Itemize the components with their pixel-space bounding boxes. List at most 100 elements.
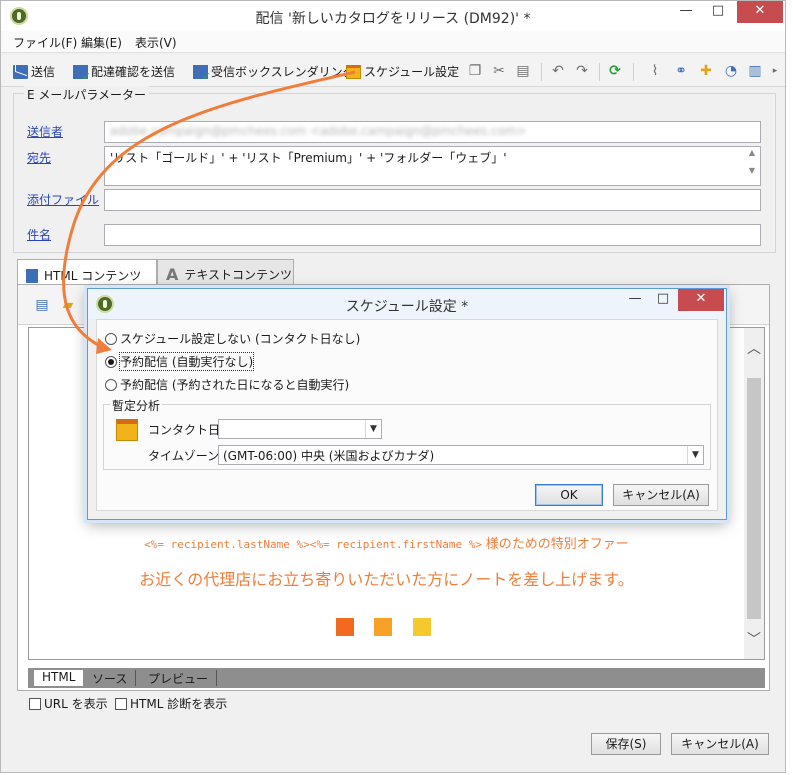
tab-preview[interactable]: プレビュー [140,670,218,686]
email-parameters-title: E メールパラメーター [24,86,150,103]
show-diagnostics-checkbox[interactable]: HTML 診断を表示 [115,695,227,712]
template-suffix: 様のための特別オファー [485,537,629,552]
paste-icon[interactable]: ▤ [515,63,531,79]
show-url-checkbox[interactable]: URL を表示 [29,695,108,712]
send-proof-button[interactable]: 配達確認を送信 [73,63,176,83]
clipboard-icon[interactable]: ▥ [747,63,763,79]
dialog-body: スケジュール設定しない (コンタクト日なし) 予約配信 (自動実行なし) 予約配… [96,319,718,511]
to-value: 'リスト「ゴールド」' + 'リスト「Premium」' + 'フォルダー「ウェ… [110,151,507,165]
scroll-down-icon[interactable]: ﹀ [744,629,764,649]
option-no-schedule[interactable]: スケジュール設定しない (コンタクト日なし) [105,330,360,347]
menu-view[interactable]: 表示(V) [135,34,177,51]
tab-text-content[interactable]: A テキストコンテンツ [157,259,294,285]
provisional-analysis-group: 暫定分析 コンタクト日: ▼ タイムゾーン: (GMT-06:00) 中央 (米… [103,397,711,470]
tab-html-content[interactable]: HTML コンテンツ [17,259,157,287]
title-bar: 配信 '新しいカタログをリリース (DM92)' * — □ ✕ [1,1,785,31]
sender-link[interactable]: 送信者 [27,123,63,140]
send-proof-label: 配達確認を送信 [91,65,176,79]
open-folder-icon[interactable]: ▰ [60,297,76,313]
dialog-cancel-button[interactable]: キャンセル(A) [613,484,709,506]
copy-icon[interactable]: ❐ [467,63,483,79]
show-diagnostics-label: HTML 診断を表示 [130,697,228,711]
timezone-select[interactable]: (GMT-06:00) 中央 (米国およびカナダ) ▼ [218,445,704,465]
option-scheduled-auto[interactable]: 予約配信 (予約された日になると自動実行) [105,376,349,393]
refresh-icon[interactable]: ⟳ [607,63,623,79]
send-label: 送信 [31,65,56,79]
timezone-value: (GMT-06:00) 中央 (米国およびカナダ) [223,449,435,463]
calendar-icon [346,64,361,79]
radio-button-selected [105,355,117,368]
test-icon[interactable]: ◔ [723,63,739,79]
timezone-label: タイムゾーン: [148,449,224,463]
text-a-icon: A [166,265,179,284]
dialog-maximize-button[interactable]: □ [646,289,680,311]
chevron-down-icon[interactable]: ▼ [365,420,381,438]
scroll-thumb[interactable] [747,378,761,619]
to-field-scrollbar[interactable]: ▲ ▼ [745,148,759,184]
close-button[interactable]: ✕ [737,1,783,23]
dialog-close-button[interactable]: ✕ [678,289,724,311]
calendar-icon [116,419,138,441]
checkbox-box [115,697,127,710]
window-title: 配信 '新しいカタログをリリース (DM92)' * [255,11,531,27]
toolbar-divider [541,63,542,81]
tab-source[interactable]: ソース [84,670,137,686]
toolbar: 送信 配達確認を送信 受信ボックスレンダリング スケジュール設定 ❐ ✂ ▤ ↶… [1,55,785,87]
mail-check-icon [73,64,91,83]
toolbar-divider [633,63,634,81]
sender-value: adobe.campaign@pmchees.com <adobe.campai… [110,124,527,138]
link-icon[interactable]: ⚭ [673,63,689,79]
undo-icon[interactable]: ↶ [550,63,566,79]
attachment-field[interactable] [104,189,761,211]
offer-headline: お近くの代理店にお立ち寄りいただいた方にノートを差し上げます。 [139,570,634,589]
cancel-button[interactable]: キャンセル(A) [671,733,769,755]
radio-button [105,378,117,391]
html-doc-icon [26,268,38,283]
subject-link[interactable]: 件名 [27,226,51,243]
schedule-label: スケジュール設定 [364,65,460,79]
minimize-button[interactable]: — [669,1,703,23]
tab-html[interactable]: HTML [34,670,84,686]
menu-bar: ファイル(F) 編集(E) 表示(V) [1,31,785,53]
template-code: <%= recipient.lastName %><%= recipient.f… [144,538,482,551]
contact-date-input[interactable]: ▼ [218,419,382,439]
to-field[interactable]: 'リスト「ゴールド」' + 'リスト「Premium」' + 'フォルダー「ウェ… [104,146,761,186]
sender-field[interactable]: adobe.campaign@pmchees.com <adobe.campai… [104,121,761,143]
option-scheduled-auto-label: 予約配信 (予約された日になると自動実行) [120,378,350,392]
checkbox-box [29,697,41,710]
maximize-button[interactable]: □ [701,1,735,23]
show-url-label: URL を表示 [44,697,108,711]
scroll-up-icon[interactable]: ︿ [744,338,764,358]
save-button[interactable]: 保存(S) [591,733,661,755]
editor-mode-tabs: HTML ソース プレビュー [28,668,765,688]
toolbar-more-icon[interactable]: ▸ [767,63,783,79]
new-doc-icon[interactable]: ▤ [34,297,50,313]
editor-scrollbar[interactable]: ︿ ﹀ [744,328,764,659]
redo-icon[interactable]: ↷ [574,63,590,79]
chevron-down-icon[interactable]: ▼ [687,446,703,464]
toolbar-divider [599,63,600,81]
inbox-rendering-label: 受信ボックスレンダリング [211,65,355,79]
menu-edit[interactable]: 編集(E) [81,34,122,51]
attachment-icon[interactable]: ⌇ [647,63,663,79]
option-scheduled-manual[interactable]: 予約配信 (自動実行なし) [105,352,255,371]
cut-icon[interactable]: ✂ [491,63,507,79]
dialog-title-bar: スケジュール設定 * — □ ✕ [88,289,726,319]
provisional-analysis-title: 暫定分析 [110,397,163,414]
menu-file[interactable]: ファイル(F) [13,34,77,51]
attachment-link[interactable]: 添付ファイル [27,191,99,208]
contact-date-label: コンタクト日: [148,423,225,437]
amber-square [374,618,392,636]
personalization-line: <%= recipient.lastName %><%= recipient.f… [29,533,744,552]
send-button[interactable]: 送信 [13,63,55,80]
option-no-schedule-label: スケジュール設定しない (コンタクト日なし) [120,332,361,346]
gift-icon[interactable]: ✚ [698,63,714,79]
ok-button[interactable]: OK [535,484,603,506]
inbox-rendering-button[interactable]: 受信ボックスレンダリング [193,63,355,83]
subject-field[interactable] [104,224,761,246]
tab-html-label: HTML コンテンツ [44,269,142,283]
to-link[interactable]: 宛先 [27,149,51,166]
schedule-button[interactable]: スケジュール設定 [346,63,459,80]
yellow-square [413,618,431,636]
mail-icon [13,64,28,79]
